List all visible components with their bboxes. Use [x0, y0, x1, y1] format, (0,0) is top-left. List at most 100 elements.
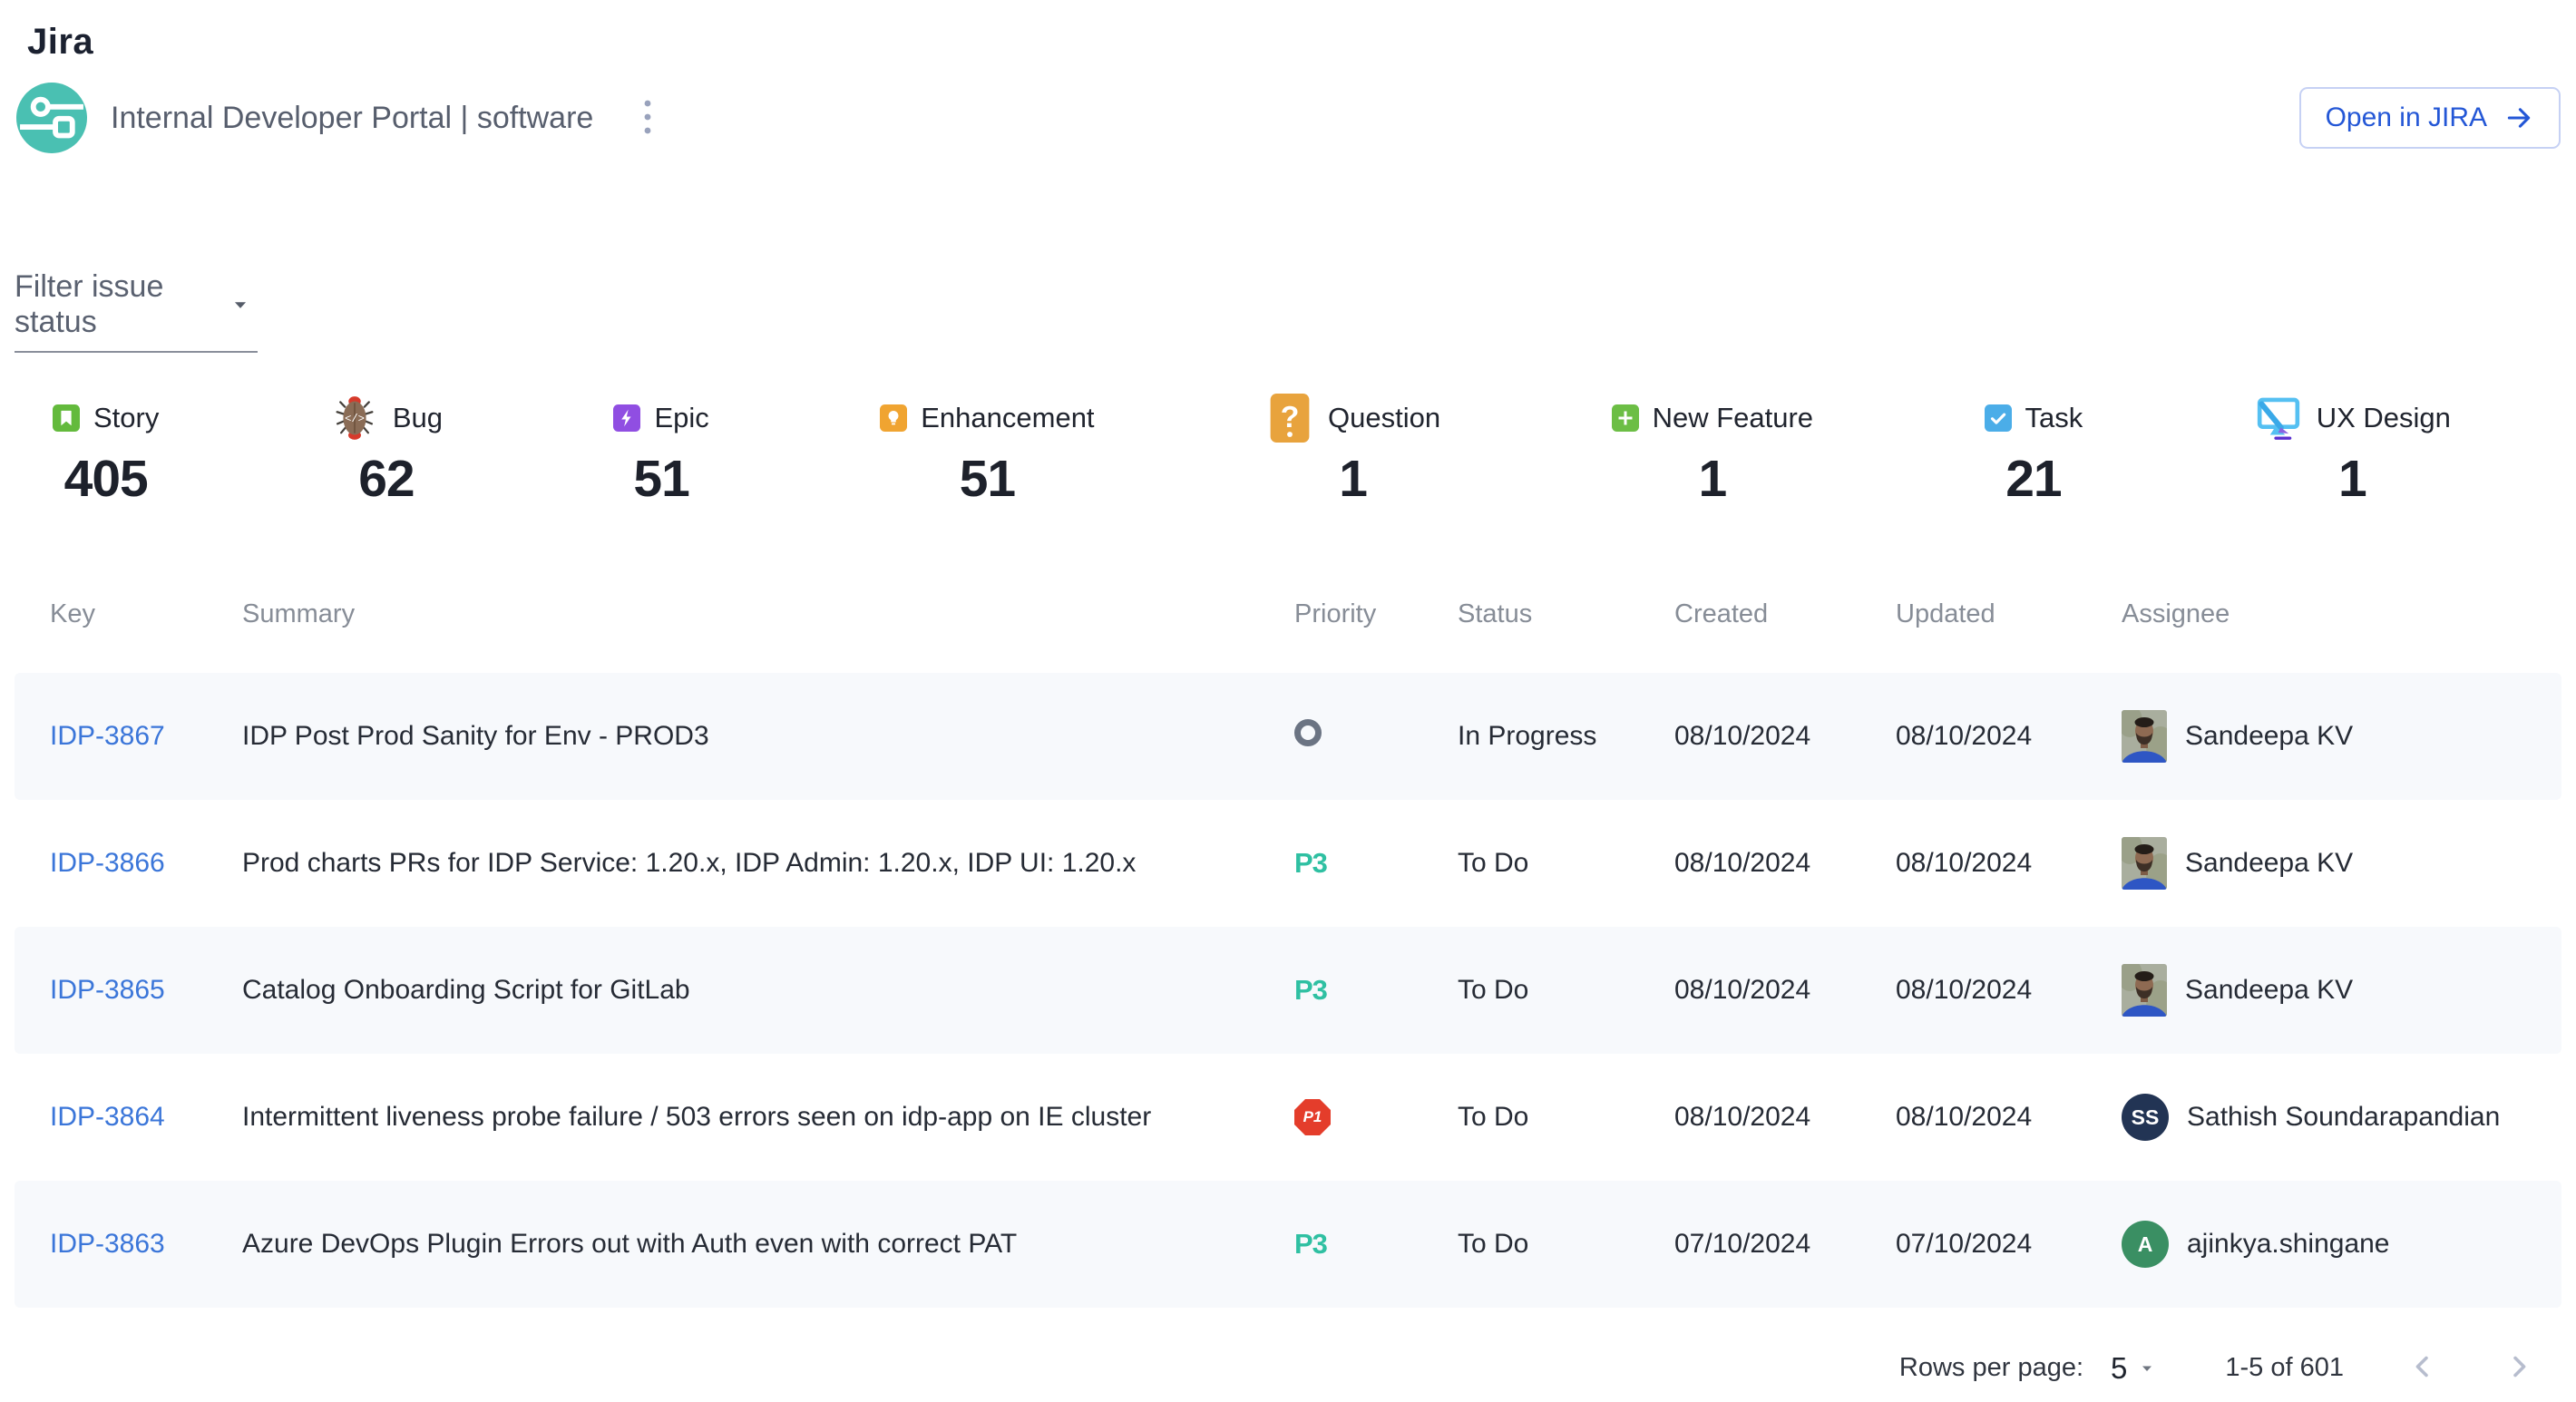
- priority-p3-icon: P3: [1294, 847, 1327, 879]
- counter-label: Story: [93, 402, 159, 434]
- previous-page-button[interactable]: [2405, 1349, 2440, 1387]
- assignee-avatar-initials: A: [2122, 1221, 2169, 1268]
- created-date: 08/10/2024: [1674, 848, 1810, 878]
- priority-cell: P1: [1294, 1099, 1458, 1135]
- next-page-button[interactable]: [2502, 1349, 2536, 1387]
- updated-cell: 08/10/2024: [1896, 721, 2122, 752]
- key-cell: IDP-3863: [50, 1229, 242, 1260]
- created-date: 08/10/2024: [1674, 721, 1810, 751]
- table-row: IDP-3867 IDP Post Prod Sanity for Env - P…: [15, 673, 2561, 800]
- issue-summary: Intermittent liveness probe failure / 50…: [242, 1102, 1151, 1132]
- chevron-left-icon: [2405, 1349, 2440, 1387]
- counter-epic: Epic51: [613, 393, 708, 509]
- created-cell: 08/10/2024: [1674, 848, 1896, 879]
- assignee-avatar-photo: [2122, 837, 2167, 890]
- summary-cell: Catalog Onboarding Script for GitLab: [242, 975, 1294, 1006]
- counter-top: </>Bug: [330, 393, 443, 443]
- chevron-down-icon: [2138, 1359, 2156, 1378]
- issue-key-link[interactable]: IDP-3866: [50, 848, 165, 878]
- assignee-avatar-photo: [2122, 964, 2167, 1017]
- counter-count: 21: [1985, 449, 2083, 509]
- filter-issue-status-select[interactable]: Filter issue status: [15, 269, 258, 353]
- priority-p1-icon: P1: [1294, 1099, 1331, 1135]
- counter-top: Task: [1985, 393, 2083, 443]
- assignee-cell: SS Sathish Soundarapandian: [2122, 1094, 2561, 1141]
- issue-status: To Do: [1458, 848, 1528, 878]
- priority-none-icon: [1294, 719, 1322, 746]
- arrow-right-icon: [2503, 102, 2534, 133]
- counter-count: 62: [330, 449, 443, 509]
- counter-label: New Feature: [1653, 402, 1813, 434]
- issue-key-link[interactable]: IDP-3867: [50, 721, 165, 751]
- table-row: IDP-3864 Intermittent liveness probe fail…: [15, 1054, 2561, 1181]
- created-cell: 08/10/2024: [1674, 721, 1896, 752]
- table-row: IDP-3866 Prod charts PRs for IDP Service:…: [15, 800, 2561, 927]
- counter-label: Epic: [654, 402, 708, 434]
- priority-cell: P3: [1294, 847, 1458, 880]
- table-header-row: Key Summary Priority Status Created Upda…: [15, 599, 2561, 673]
- svg-text:?: ?: [1281, 400, 1300, 434]
- counter-label: UX Design: [2317, 402, 2451, 434]
- issue-summary: Prod charts PRs for IDP Service: 1.20.x,…: [242, 848, 1136, 878]
- key-cell: IDP-3865: [50, 975, 242, 1006]
- counter-top: Enhancement: [880, 393, 1094, 443]
- issue-status: To Do: [1458, 1102, 1528, 1132]
- assignee-avatar-initials: SS: [2122, 1094, 2169, 1141]
- counter-count: 51: [880, 449, 1094, 509]
- table-row: IDP-3865 Catalog Onboarding Script for Gi…: [15, 927, 2561, 1054]
- issue-key-link[interactable]: IDP-3864: [50, 1102, 165, 1132]
- status-cell: In Progress: [1458, 721, 1674, 752]
- updated-date: 08/10/2024: [1896, 721, 2032, 751]
- widget-title: Jira: [27, 22, 2576, 63]
- updated-cell: 08/10/2024: [1896, 1102, 2122, 1133]
- open-in-jira-label: Open in JIRA: [2326, 102, 2487, 133]
- summary-cell: Intermittent liveness probe failure / 50…: [242, 1102, 1294, 1133]
- issues-table: Key Summary Priority Status Created Upda…: [15, 599, 2561, 1308]
- entity-header-row: Internal Developer Portal | software Ope…: [16, 83, 2561, 153]
- open-in-jira-button[interactable]: Open in JIRA: [2299, 87, 2561, 149]
- column-header-priority: Priority: [1294, 599, 1458, 629]
- assignee-name: Sandeepa KV: [2185, 848, 2353, 879]
- new-feature-icon: [1612, 404, 1639, 432]
- counter-top: ?Question: [1265, 393, 1440, 443]
- counter-bug: </>Bug 62: [330, 393, 443, 509]
- issue-summary: Azure DevOps Plugin Errors out with Auth…: [242, 1229, 1017, 1259]
- counter-new-feature: New Feature1: [1612, 393, 1813, 509]
- issue-key-link[interactable]: IDP-3865: [50, 975, 165, 1005]
- svg-text:</>: </>: [345, 413, 365, 425]
- filter-issue-status-label: Filter issue status: [15, 269, 227, 340]
- updated-date: 07/10/2024: [1896, 1229, 2032, 1259]
- assignee-name: Sandeepa KV: [2185, 721, 2353, 752]
- chevron-down-icon: [230, 295, 250, 315]
- column-header-summary: Summary: [242, 599, 1294, 629]
- pagination-bar: Rows per page: 5 1-5 of 601: [0, 1349, 2536, 1387]
- kebab-menu-button[interactable]: [635, 91, 660, 146]
- summary-cell: IDP Post Prod Sanity for Env - PROD3: [242, 721, 1294, 752]
- entity-name-link[interactable]: Internal Developer Portal | software: [111, 101, 593, 136]
- counter-top: Epic: [613, 393, 708, 443]
- updated-cell: 07/10/2024: [1896, 1229, 2122, 1260]
- created-cell: 08/10/2024: [1674, 1102, 1896, 1133]
- issue-summary: Catalog Onboarding Script for GitLab: [242, 975, 690, 1005]
- assignee-cell: Sandeepa KV: [2122, 837, 2561, 890]
- column-header-updated: Updated: [1896, 599, 2122, 629]
- column-header-key: Key: [50, 599, 242, 629]
- kebab-icon: [640, 96, 655, 141]
- counter-question: ?Question1: [1265, 393, 1440, 509]
- assignee-cell: Sandeepa KV: [2122, 710, 2561, 763]
- updated-date: 08/10/2024: [1896, 1102, 2032, 1132]
- assignee-cell: Aajinkya.shingane: [2122, 1221, 2561, 1268]
- jira-widget: Jira Internal Developer Portal | softwar…: [0, 22, 2576, 1387]
- updated-cell: 08/10/2024: [1896, 848, 2122, 879]
- issue-key-link[interactable]: IDP-3863: [50, 1229, 165, 1259]
- story-icon: [53, 404, 80, 432]
- bug-icon: </>: [330, 394, 379, 443]
- assignee-name: Sathish Soundarapandian: [2187, 1102, 2500, 1133]
- table-row: IDP-3863 Azure DevOps Plugin Errors out w…: [15, 1181, 2561, 1308]
- updated-cell: 08/10/2024: [1896, 975, 2122, 1006]
- assignee-name: ajinkya.shingane: [2187, 1229, 2390, 1260]
- counter-ux-design: UX Design1: [2254, 393, 2451, 509]
- counter-story: Story405: [53, 393, 159, 509]
- issue-status: To Do: [1458, 1229, 1528, 1259]
- summary-cell: Prod charts PRs for IDP Service: 1.20.x,…: [242, 848, 1294, 879]
